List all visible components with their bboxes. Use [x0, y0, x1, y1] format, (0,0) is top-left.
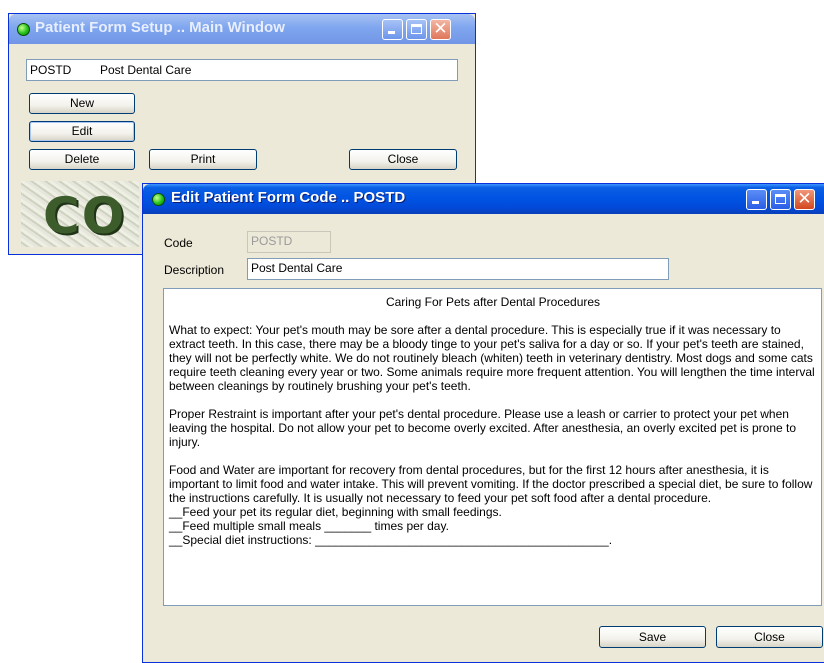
main-window-titlebar[interactable]: Patient Form Setup .. Main Window ✕ — [9, 14, 475, 44]
minimize-icon — [752, 201, 759, 204]
code-label: Code — [164, 236, 193, 250]
status-dot-icon — [17, 23, 30, 36]
form-body-title: Caring For Pets after Dental Procedures — [385, 295, 601, 309]
print-button[interactable]: Print — [149, 149, 257, 170]
maximize-icon — [775, 194, 786, 204]
maximize-button[interactable] — [770, 189, 791, 210]
clinic-logo: CO — [21, 181, 139, 247]
minimize-button[interactable] — [382, 19, 403, 40]
edit-button[interactable]: Edit — [29, 121, 135, 142]
minimize-button[interactable] — [746, 189, 767, 210]
edit-window-titlebar[interactable]: Edit Patient Form Code .. POSTD ✕ — [143, 184, 824, 214]
form-body-paragraph: Food and Water are important for recover… — [169, 463, 813, 505]
close-icon: ✕ — [433, 19, 448, 39]
close-window-button[interactable]: ✕ — [794, 189, 815, 210]
form-list-code: POSTD — [30, 63, 72, 77]
form-body-line: __Special diet instructions: ___________… — [169, 533, 613, 547]
form-body-line: __Feed multiple small meals _______ time… — [169, 519, 449, 533]
form-body-paragraph: Proper Restraint is important after your… — [169, 407, 797, 449]
form-list-row[interactable]: POSTD Post Dental Care — [26, 59, 458, 81]
minimize-icon — [388, 31, 395, 34]
new-button[interactable]: New — [29, 93, 135, 114]
maximize-icon — [411, 24, 422, 34]
edit-window-title: Edit Patient Form Code .. POSTD — [171, 189, 406, 206]
form-list-description: Post Dental Care — [100, 63, 192, 77]
save-button[interactable]: Save — [599, 626, 706, 648]
main-close-button[interactable]: Close — [349, 149, 457, 170]
code-field: POSTD — [247, 231, 331, 253]
form-body-line: __Feed your pet its regular diet, beginn… — [169, 505, 502, 519]
clinic-logo-text: CO — [43, 187, 127, 245]
close-button[interactable]: Close — [716, 626, 823, 648]
close-icon: ✕ — [797, 189, 812, 209]
edit-window: Edit Patient Form Code .. POSTD ✕ Code P… — [142, 183, 824, 663]
close-window-button[interactable]: ✕ — [430, 19, 451, 40]
description-label: Description — [164, 263, 225, 277]
main-window-title: Patient Form Setup .. Main Window — [35, 19, 285, 36]
status-dot-icon — [152, 193, 165, 206]
form-body-textarea[interactable]: Caring For Pets after Dental Procedures … — [163, 288, 822, 606]
delete-button[interactable]: Delete — [29, 149, 135, 170]
description-field[interactable]: Post Dental Care — [247, 258, 669, 280]
maximize-button[interactable] — [406, 19, 427, 40]
form-body-paragraph: What to expect: Your pet's mouth may be … — [169, 323, 815, 393]
